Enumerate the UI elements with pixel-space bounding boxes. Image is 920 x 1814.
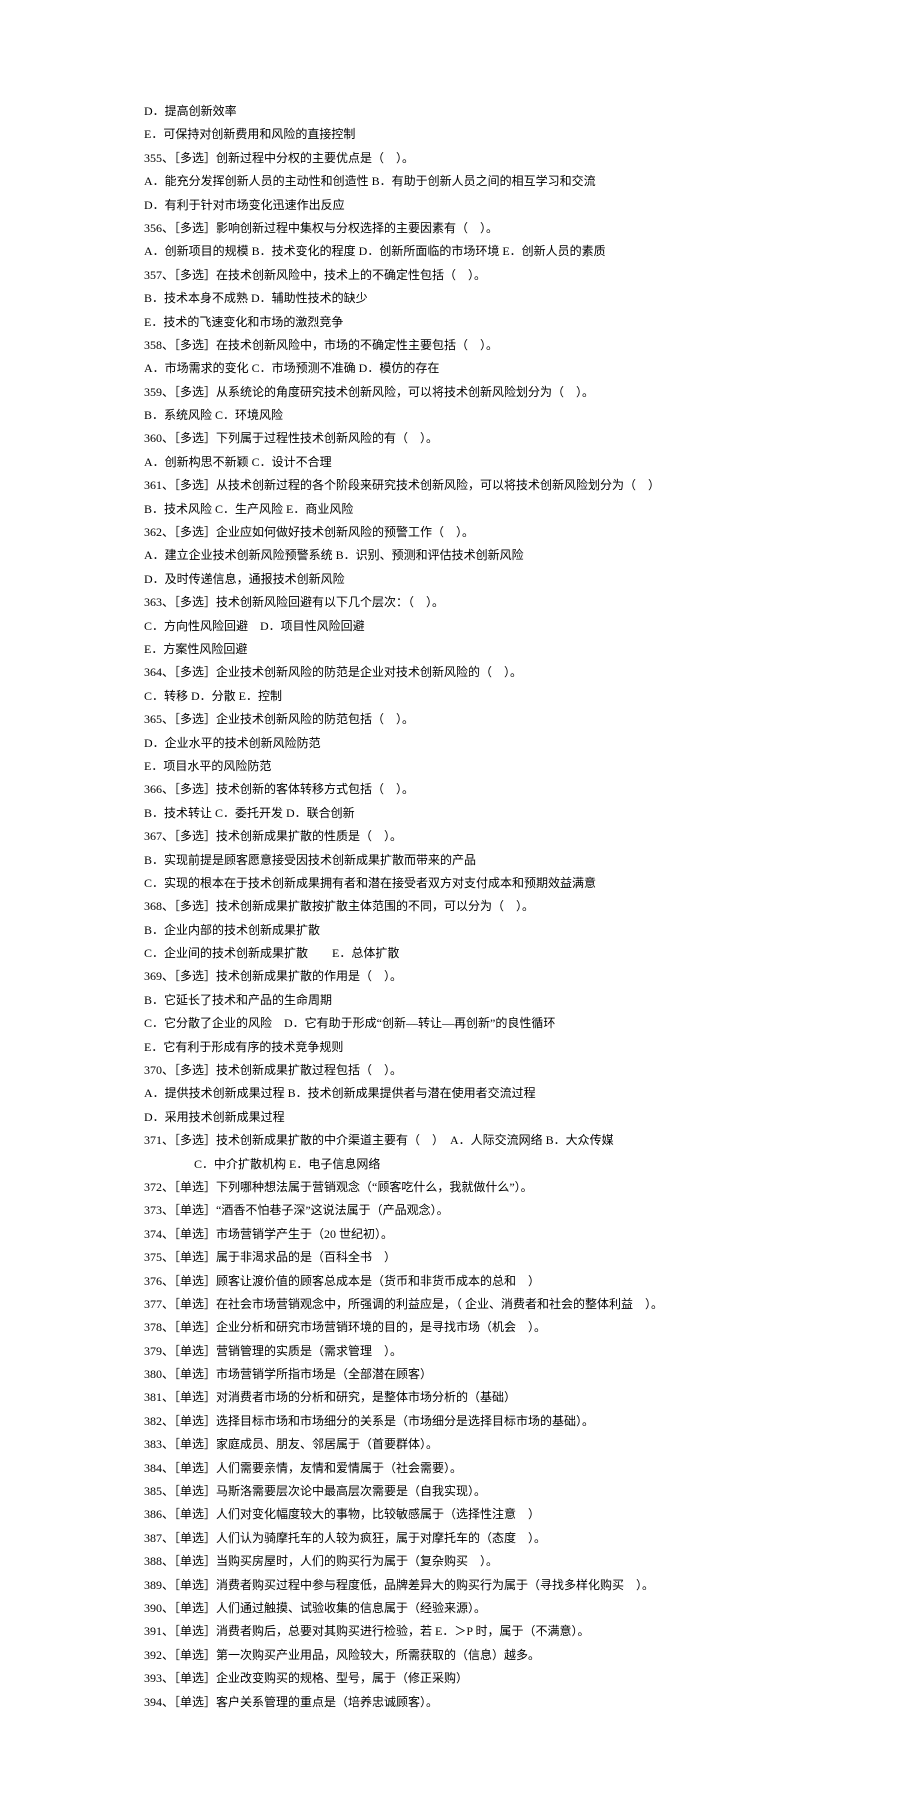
text-line: 371、［多选］技术创新成果扩散的中介渠道主要有（ ） A．人际交流网络 B．大… — [0, 1129, 920, 1152]
text-line: A．提供技术创新成果过程 B．技术创新成果提供者与潜在使用者交流过程 — [0, 1082, 920, 1105]
text-line: C．它分散了企业的风险 D．它有助于形成“创新—转让—再创新”的良性循环 — [0, 1012, 920, 1035]
text-line: C．转移 D．分散 E．控制 — [0, 685, 920, 708]
text-line: C．企业间的技术创新成果扩散 E．总体扩散 — [0, 942, 920, 965]
text-line: 376、［单选］顾客让渡价值的顾客总成本是（货币和非货币成本的总和 ） — [0, 1270, 920, 1293]
text-line: C．实现的根本在于技术创新成果拥有者和潜在接受者双方对支付成本和预期效益满意 — [0, 872, 920, 895]
text-line: D．企业水平的技术创新风险防范 — [0, 732, 920, 755]
text-line: E．项目水平的风险防范 — [0, 755, 920, 778]
text-line: 358、［多选］在技术创新风险中，市场的不确定性主要包括（ ）。 — [0, 334, 920, 357]
text-line: 391、［单选］消费者购后，总要对其购买进行检验，若 E．＞P 时，属于（不满意… — [0, 1620, 920, 1643]
text-line: E．它有利于形成有序的技术竞争规则 — [0, 1036, 920, 1059]
text-line: 388、［单选］当购买房屋时，人们的购买行为属于（复杂购买 ）。 — [0, 1550, 920, 1573]
text-line: D．提高创新效率 — [0, 100, 920, 123]
text-line: D．有利于针对市场变化迅速作出反应 — [0, 194, 920, 217]
text-line: 379、［单选］营销管理的实质是（需求管理 ）。 — [0, 1340, 920, 1363]
text-line: B．技术本身不成熟 D．辅助性技术的缺少 — [0, 287, 920, 310]
text-line: 369、［多选］技术创新成果扩散的作用是（ ）。 — [0, 965, 920, 988]
text-line: 394、［单选］客户关系管理的重点是（培养忠诚顾客）。 — [0, 1691, 920, 1714]
text-line: 361、［多选］从技术创新过程的各个阶段来研究技术创新风险，可以将技术创新风险划… — [0, 474, 920, 497]
text-line: 384、［单选］人们需要亲情，友情和爱情属于（社会需要）。 — [0, 1457, 920, 1480]
text-line: A．能充分发挥创新人员的主动性和创造性 B．有助于创新人员之间的相互学习和交流 — [0, 170, 920, 193]
text-line: 366、［多选］技术创新的客体转移方式包括（ ）。 — [0, 778, 920, 801]
text-line: B．技术风险 C．生产风险 E．商业风险 — [0, 498, 920, 521]
text-line: B．企业内部的技术创新成果扩散 — [0, 919, 920, 942]
text-line: 355、［多选］创新过程中分权的主要优点是（ ）。 — [0, 147, 920, 170]
text-line: 356、［多选］影响创新过程中集权与分权选择的主要因素有（ ）。 — [0, 217, 920, 240]
text-line: B．它延长了技术和产品的生命周期 — [0, 989, 920, 1012]
text-line: B．技术转让 C．委托开发 D．联合创新 — [0, 802, 920, 825]
text-line: 382、［单选］选择目标市场和市场细分的关系是（市场细分是选择目标市场的基础）。 — [0, 1410, 920, 1433]
text-line: A．市场需求的变化 C．市场预测不准确 D．模仿的存在 — [0, 357, 920, 380]
text-line: 357、［多选］在技术创新风险中，技术上的不确定性包括（ ）。 — [0, 264, 920, 287]
text-line: 365、［多选］企业技术创新风险的防范包括（ ）。 — [0, 708, 920, 731]
text-line: D．采用技术创新成果过程 — [0, 1106, 920, 1129]
text-line: 362、［多选］企业应如何做好技术创新风险的预警工作（ ）。 — [0, 521, 920, 544]
text-line: B．系统风险 C．环境风险 — [0, 404, 920, 427]
text-line: C．方向性风险回避 D．项目性风险回避 — [0, 615, 920, 638]
text-line: E．方案性风险回避 — [0, 638, 920, 661]
text-line: 392、［单选］第一次购买产业用品，风险较大，所需获取的（信息）越多。 — [0, 1644, 920, 1667]
text-line: 383、［单选］家庭成员、朋友、邻居属于（首要群体）。 — [0, 1433, 920, 1456]
text-line: B．实现前提是顾客愿意接受因技术创新成果扩散而带来的产品 — [0, 849, 920, 872]
text-line: 380、［单选］市场营销学所指市场是（全部潜在顾客） — [0, 1363, 920, 1386]
text-line: 385、［单选］马斯洛需要层次论中最高层次需要是（自我实现）。 — [0, 1480, 920, 1503]
text-line: 370、［多选］技术创新成果扩散过程包括（ ）。 — [0, 1059, 920, 1082]
text-line: A．创新构思不新颖 C．设计不合理 — [0, 451, 920, 474]
text-line: D．及时传递信息，通报技术创新风险 — [0, 568, 920, 591]
text-line: 360、［多选］下列属于过程性技术创新风险的有（ ）。 — [0, 427, 920, 450]
text-line: A．建立企业技术创新风险预警系统 B．识别、预测和评估技术创新风险 — [0, 544, 920, 567]
text-line: 390、［单选］人们通过触摸、试验收集的信息属于（经验来源）。 — [0, 1597, 920, 1620]
text-line: 375、［单选］属于非渴求品的是（百科全书 ） — [0, 1246, 920, 1269]
text-line: 364、［多选］企业技术创新风险的防范是企业对技术创新风险的（ ）。 — [0, 661, 920, 684]
text-line: A．创新项目的规模 B．技术变化的程度 D．创新所面临的市场环境 E．创新人员的… — [0, 240, 920, 263]
text-line: 373、［单选］“酒香不怕巷子深”这说法属于（产品观念）。 — [0, 1199, 920, 1222]
text-line: 387、［单选］人们认为骑摩托车的人较为疯狂，属于对摩托车的（态度 ）。 — [0, 1527, 920, 1550]
text-line: C．中介扩散机构 E．电子信息网络 — [0, 1153, 920, 1176]
text-line: 367、［多选］技术创新成果扩散的性质是（ ）。 — [0, 825, 920, 848]
text-line: 377、［单选］在社会市场营销观念中，所强调的利益应是，（ 企业、消费者和社会的… — [0, 1293, 920, 1316]
text-line: 386、［单选］人们对变化幅度较大的事物，比较敏感属于（选择性注意 ） — [0, 1503, 920, 1526]
text-line: 372、［单选］下列哪种想法属于营销观念（“顾客吃什么，我就做什么”）。 — [0, 1176, 920, 1199]
text-line: 363、［多选］技术创新风险回避有以下几个层次：（ ）。 — [0, 591, 920, 614]
text-line: 359、［多选］从系统论的角度研究技术创新风险，可以将技术创新风险划分为（ ）。 — [0, 381, 920, 404]
text-line: 389、［单选］消费者购买过程中参与程度低，品牌差异大的购买行为属于（寻找多样化… — [0, 1574, 920, 1597]
text-line: 368、［多选］技术创新成果扩散按扩散主体范围的不同，可以分为（ ）。 — [0, 895, 920, 918]
text-line: 378、［单选］企业分析和研究市场营销环境的目的，是寻找市场（机会 ）。 — [0, 1316, 920, 1339]
text-line: 393、［单选］企业改变购买的规格、型号，属于（修正采购） — [0, 1667, 920, 1690]
text-line: 374、［单选］市场营销学产生于（20 世纪初）。 — [0, 1223, 920, 1246]
text-line: E．技术的飞速变化和市场的激烈竞争 — [0, 311, 920, 334]
text-line: E．可保持对创新费用和风险的直接控制 — [0, 123, 920, 146]
text-line: 381、［单选］对消费者市场的分析和研究，是整体市场分析的（基础） — [0, 1386, 920, 1409]
document-page: D．提高创新效率E．可保持对创新费用和风险的直接控制355、［多选］创新过程中分… — [0, 0, 920, 1814]
